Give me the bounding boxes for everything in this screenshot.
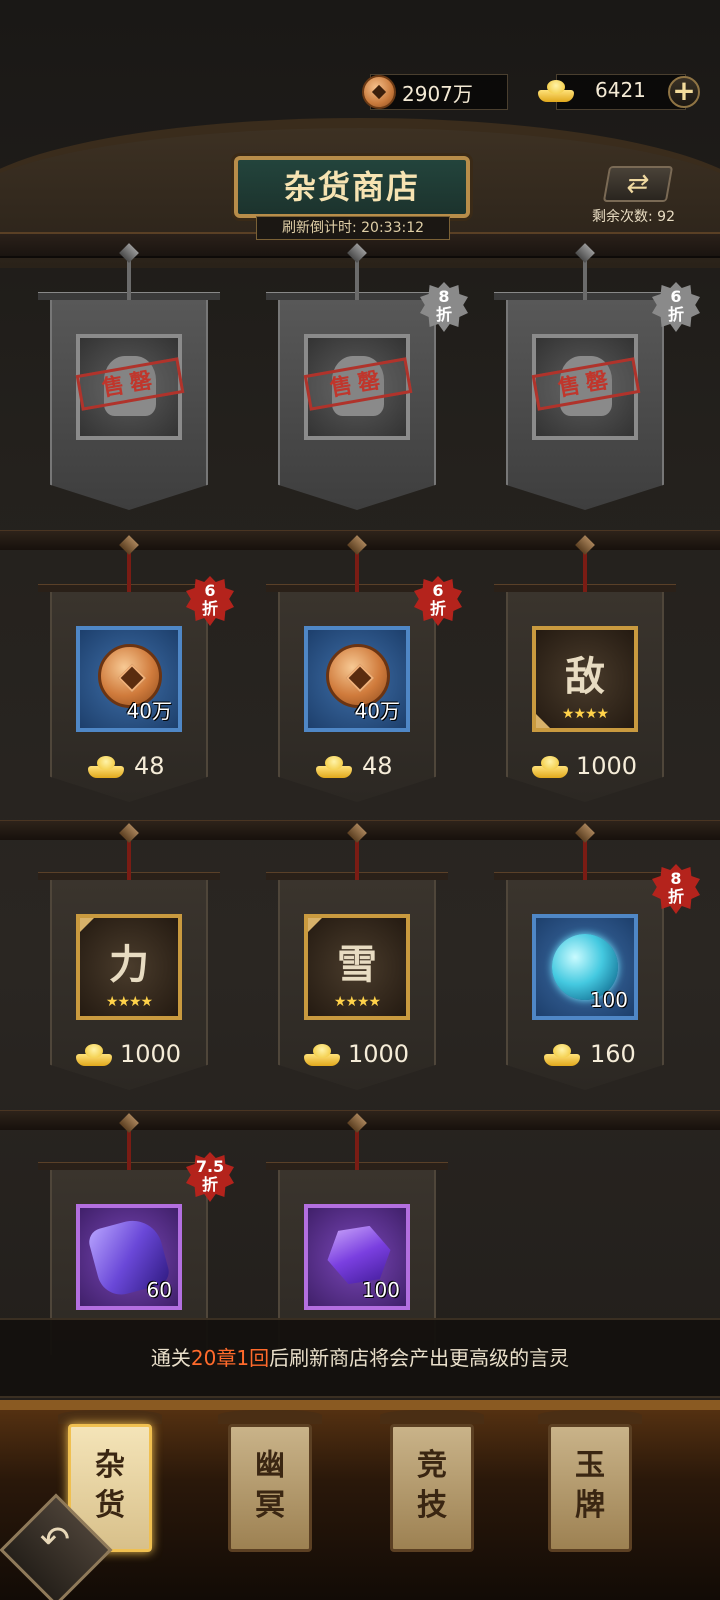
refresh-button[interactable]: ⇄	[602, 166, 674, 202]
discount-badge: 8折	[420, 282, 468, 332]
item-price: 1000	[278, 1038, 436, 1070]
item-quantity: 100	[589, 988, 628, 1012]
spirit-glyph: 雪	[337, 941, 377, 988]
discount-badge: 8折	[652, 864, 700, 914]
item-slot: 100	[532, 914, 638, 1020]
tab-arena[interactable]: 竞技	[380, 1410, 484, 1552]
item-quantity: 40万	[354, 699, 400, 723]
shop-item-sold-1[interactable]: 售罄	[38, 243, 220, 510]
item-slot: 敌 ★★★★	[532, 626, 638, 732]
star-rating: ★★★★	[561, 706, 609, 722]
tab-underworld[interactable]: 幽冥	[218, 1410, 322, 1552]
gold-ingot-icon	[544, 1044, 580, 1066]
gold-ingot-icon	[532, 756, 568, 778]
back-arrow-icon: ↶	[39, 1519, 71, 1561]
item-slot: 60	[76, 1204, 182, 1310]
shop-screen: 2907万 6421 + 杂货商店 刷新倒计时: 20:33:12 ⇄ 剩余次数…	[0, 0, 720, 1600]
star-rating: ★★★★	[105, 994, 153, 1010]
gold-ingot-icon	[76, 1044, 112, 1066]
item-slot: 40万	[304, 626, 410, 732]
refresh-remaining-count: 剩余次数: 92	[592, 209, 675, 225]
shop-item-spirit-li[interactable]: 力 ★★★★ 1000	[38, 823, 220, 1090]
item-quantity: 100	[361, 1278, 400, 1302]
shop-item-spirit-xue[interactable]: 雪 ★★★★ 1000	[266, 823, 448, 1090]
item-price: 48	[50, 750, 208, 782]
spirit-glyph: 敌	[565, 653, 605, 700]
shop-title-plaque: 杂货商店	[234, 156, 470, 218]
shop-item-copper-1[interactable]: 40万 48	[38, 535, 220, 802]
copper-coin-icon	[362, 75, 396, 109]
add-gold-button[interactable]: +	[668, 76, 700, 108]
tab-jade-token[interactable]: 玉牌	[538, 1410, 642, 1552]
item-quantity: 60	[146, 1278, 172, 1302]
refresh-icon: ⇄	[624, 169, 652, 199]
discount-badge: 6折	[414, 576, 462, 626]
shop-item-sold-2[interactable]: 售罄	[266, 243, 448, 510]
shop-hint-banner: 通关20章1回后刷新商店将会产出更高级的言灵	[0, 1318, 720, 1398]
shop-item-cloud-orb[interactable]: 100 160	[494, 823, 676, 1090]
item-slot: 100	[304, 1204, 410, 1310]
discount-badge: 7.5 折	[186, 1152, 234, 1202]
shop-item-spirit-di[interactable]: 敌 ★★★★ 1000	[494, 535, 676, 802]
item-price: 1000	[506, 750, 664, 782]
item-price: 1000	[50, 1038, 208, 1070]
discount-badge: 6折	[652, 282, 700, 332]
item-quantity: 40万	[126, 699, 172, 723]
item-price: 48	[278, 750, 436, 782]
item-slot: 40万	[76, 626, 182, 732]
item-slot: 售罄	[75, 334, 185, 440]
item-price: 160	[506, 1038, 664, 1070]
shop-item-copper-2[interactable]: 40万 48	[266, 535, 448, 802]
gold-amount: 6421	[595, 78, 646, 102]
gold-ingot-icon	[304, 1044, 340, 1066]
gold-ingot-icon	[538, 80, 574, 102]
star-rating: ★★★★	[333, 994, 381, 1010]
item-slot: 雪 ★★★★	[304, 914, 410, 1020]
shop-item-sold-3[interactable]: 售罄	[494, 243, 676, 510]
item-slot: 售罄	[303, 334, 413, 440]
discount-badge: 6折	[186, 576, 234, 626]
gold-ingot-icon	[88, 756, 124, 778]
refresh-countdown: 刷新倒计时: 20:33:12	[256, 216, 450, 240]
gold-ingot-icon	[316, 756, 352, 778]
chapter-highlight: 20章1回	[190, 1346, 270, 1370]
page-title: 杂货商店	[283, 168, 420, 206]
copper-amount: 2907万	[402, 82, 473, 106]
item-slot: 力 ★★★★	[76, 914, 182, 1020]
spirit-glyph: 力	[109, 941, 149, 988]
bottom-tab-bar: 杂货 幽冥 竞技 玉牌	[0, 1400, 720, 1600]
item-slot: 售罄	[531, 334, 641, 440]
